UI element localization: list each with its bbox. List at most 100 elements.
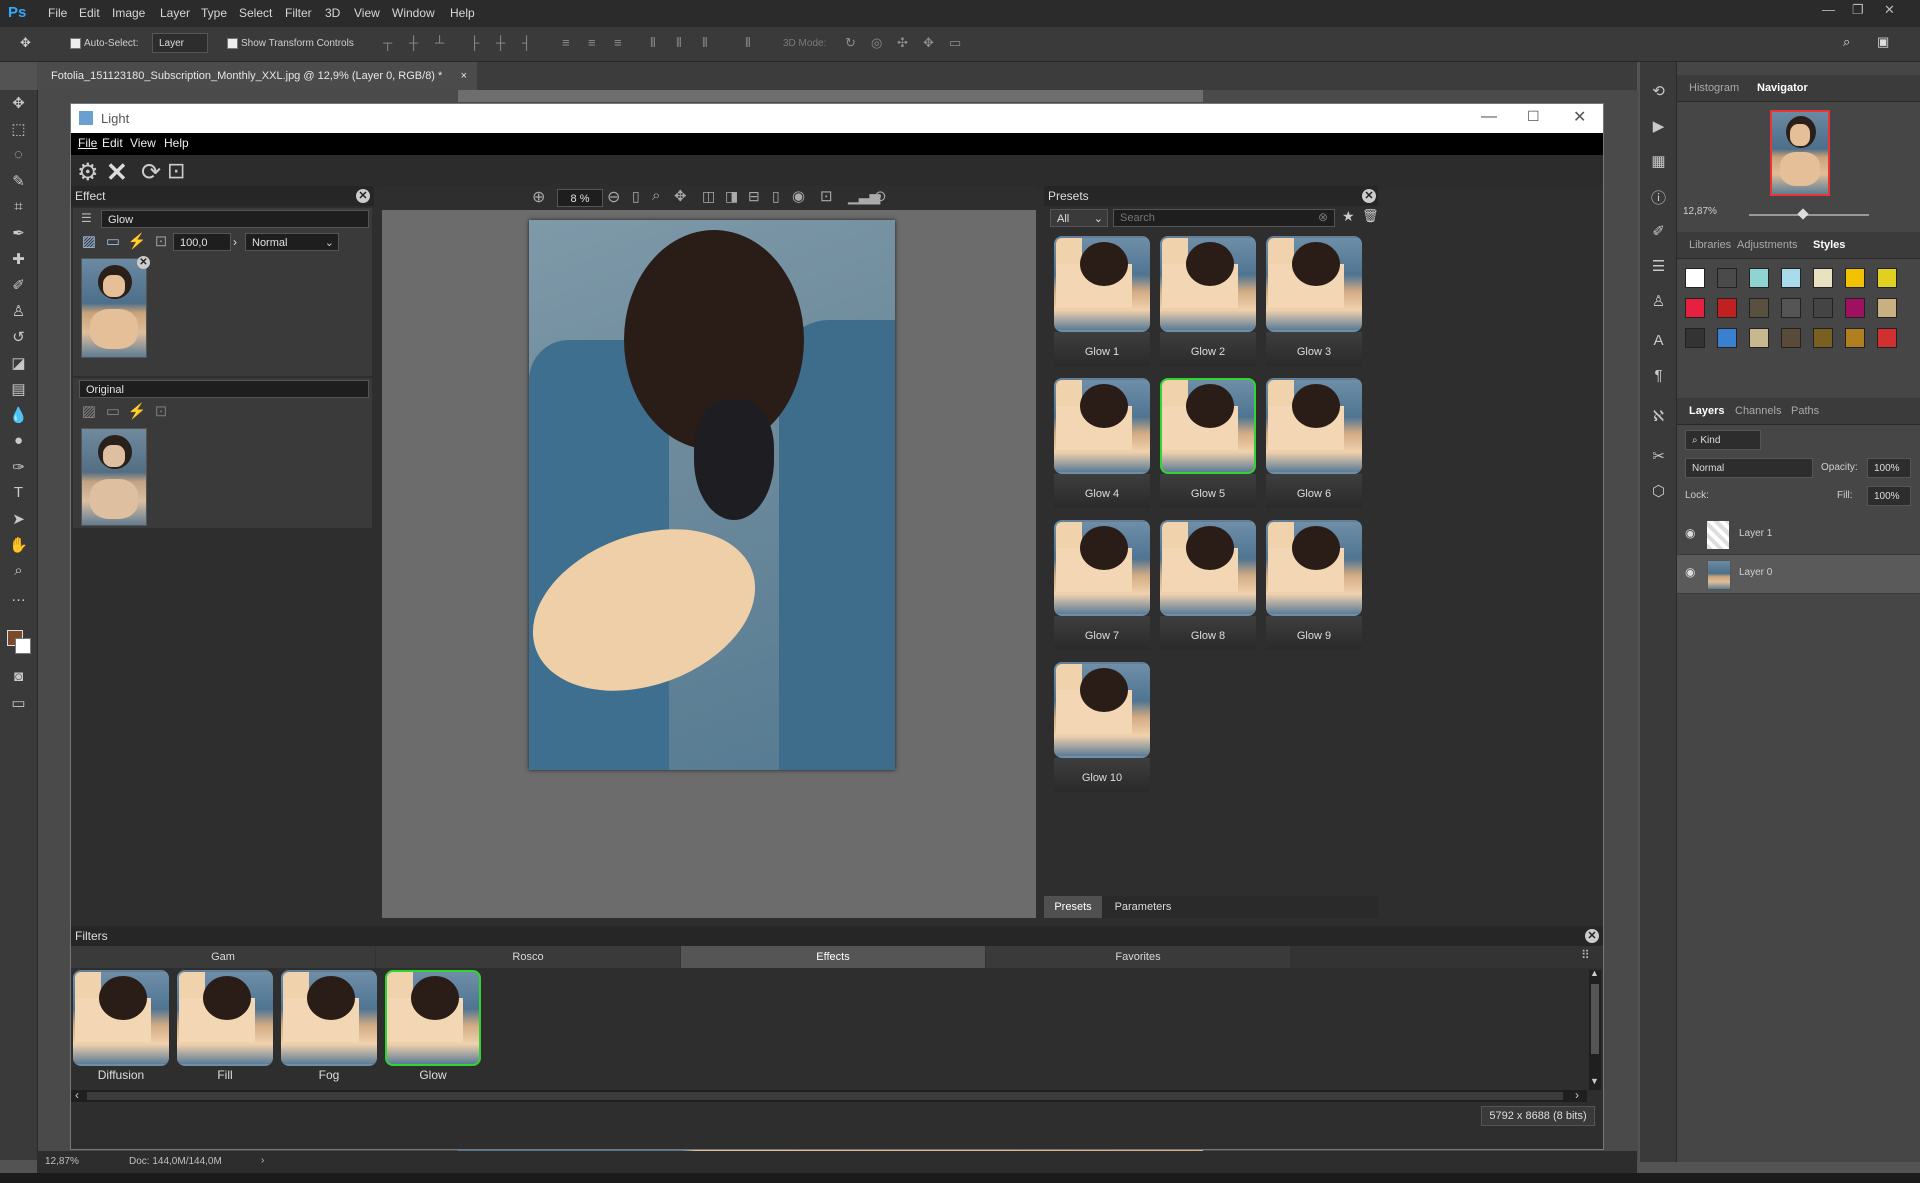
- tab-adjustments[interactable]: Adjustments: [1737, 239, 1798, 251]
- presets-panel-close[interactable]: ✕: [1362, 189, 1376, 203]
- style-swatch[interactable]: [1781, 328, 1801, 348]
- menu-image[interactable]: Image: [112, 6, 145, 20]
- history-panel-icon[interactable]: ⟲: [1640, 82, 1677, 100]
- navigator-thumbnail[interactable]: [1770, 110, 1830, 196]
- style-swatch[interactable]: [1685, 328, 1705, 348]
- tab-presets[interactable]: Presets: [1044, 896, 1102, 918]
- paragraph-panel-icon[interactable]: ¶: [1640, 367, 1677, 384]
- zoom-tool-icon[interactable]: ⌕: [0, 562, 37, 579]
- light-minimize-icon[interactable]: —: [1481, 108, 1497, 126]
- light-close-icon[interactable]: ✕: [1573, 107, 1586, 127]
- light-menu-help[interactable]: Help: [164, 136, 189, 150]
- adjust-panel-icon[interactable]: ☰: [1640, 257, 1677, 275]
- tab-layers[interactable]: Layers: [1689, 405, 1724, 417]
- effect-menu-icon[interactable]: ☰: [81, 211, 92, 225]
- tab-navigator[interactable]: Navigator: [1757, 82, 1808, 94]
- style-swatch[interactable]: [1717, 298, 1737, 318]
- filter-item[interactable]: Diffusion: [73, 970, 169, 1088]
- grid-view-icon[interactable]: ⠿: [1581, 948, 1590, 962]
- fullscreen-icon[interactable]: ⊡: [820, 187, 833, 205]
- brush-panel-icon[interactable]: ✐: [1640, 222, 1677, 240]
- light-menu-file[interactable]: File: [78, 136, 97, 150]
- navigator-zoom[interactable]: 12,87%: [1683, 206, 1717, 217]
- lasso-tool-icon[interactable]: ◌: [0, 146, 37, 163]
- align-right-icon[interactable]: ┤: [522, 35, 531, 50]
- filters-vertical-scrollbar[interactable]: ▲ ▼: [1589, 968, 1601, 1090]
- tab-histogram[interactable]: Histogram: [1689, 82, 1739, 94]
- menu-layer[interactable]: Layer: [160, 6, 190, 20]
- frame-icon[interactable]: ⊡: [151, 232, 171, 252]
- stamp-tool-icon[interactable]: ♙: [0, 302, 37, 320]
- glyphs-panel-icon[interactable]: ℵ: [1640, 407, 1677, 425]
- zoom-out-icon[interactable]: ⊖: [607, 187, 620, 207]
- tab-gam[interactable]: Gam: [71, 946, 375, 968]
- monitor-icon[interactable]: ▭: [103, 232, 123, 252]
- tab-libraries[interactable]: Libraries: [1689, 239, 1731, 251]
- brush-tool-icon[interactable]: ✐: [0, 276, 37, 294]
- snapshot-icon[interactable]: ◉: [792, 187, 805, 205]
- style-swatch[interactable]: [1749, 328, 1769, 348]
- effect-amount-field[interactable]: 100,0: [173, 233, 231, 251]
- eyedropper-tool-icon[interactable]: ✒: [0, 224, 37, 242]
- transform-controls-checkbox[interactable]: [227, 38, 238, 49]
- document-tab[interactable]: Fotolia_151123180_Subscription_Monthly_X…: [37, 62, 477, 90]
- background-color-swatch[interactable]: [15, 638, 31, 654]
- move-tool-icon[interactable]: ✥: [0, 94, 37, 112]
- single-view-icon[interactable]: ▯: [772, 188, 780, 205]
- split-horizontal-icon[interactable]: ⊟: [748, 188, 760, 205]
- eye-icon[interactable]: ◉: [1685, 565, 1695, 579]
- menu-filter[interactable]: Filter: [285, 6, 312, 20]
- split-vertical-icon[interactable]: ◫: [702, 188, 715, 205]
- hand-tool-icon[interactable]: ✋: [0, 536, 37, 554]
- style-swatch[interactable]: [1749, 268, 1769, 288]
- search-icon[interactable]: ⌕: [1843, 34, 1850, 50]
- scroll-up-icon[interactable]: ▲: [1590, 968, 1599, 978]
- lightning-icon[interactable]: ⚡: [127, 232, 147, 252]
- auto-select-checkbox[interactable]: [70, 38, 81, 49]
- clone-source-icon[interactable]: ♙: [1640, 292, 1677, 310]
- effect-panel-close[interactable]: ✕: [356, 189, 370, 203]
- scroll-thumb[interactable]: [87, 1092, 1563, 1100]
- presets-filter-dropdown[interactable]: All ⌄: [1050, 209, 1108, 227]
- filters-horizontal-scrollbar[interactable]: ‹ ›: [71, 1088, 1587, 1102]
- style-swatch[interactable]: [1781, 298, 1801, 318]
- align-vcenter-icon[interactable]: ┼: [409, 35, 418, 50]
- eraser-tool-icon[interactable]: ◪: [0, 354, 37, 372]
- auto-align-icon[interactable]: ⦀: [745, 35, 751, 51]
- style-swatch[interactable]: [1877, 268, 1897, 288]
- layer-row-0[interactable]: ◉ Layer 0: [1677, 555, 1920, 594]
- menu-3d[interactable]: 3D: [325, 6, 340, 20]
- workspace-icon[interactable]: ▣: [1877, 34, 1889, 50]
- move-tool-icon[interactable]: ✥: [20, 35, 31, 51]
- style-swatch[interactable]: [1877, 298, 1897, 318]
- marquee-tool-icon[interactable]: ⬚: [0, 120, 37, 138]
- auto-select-dropdown[interactable]: Layer: [152, 33, 208, 53]
- info-panel-icon[interactable]: ⓘ: [1640, 187, 1677, 208]
- effect-blend-dropdown[interactable]: Normal ⌄: [245, 233, 339, 251]
- navigator-zoom-slider[interactable]: [1749, 214, 1869, 216]
- filter-item[interactable]: Fill: [177, 970, 273, 1088]
- filter-item[interactable]: Fog: [281, 970, 377, 1088]
- distribute-left-icon[interactable]: ⦀: [650, 35, 656, 51]
- settings-gear-icon[interactable]: ⚙: [77, 158, 99, 187]
- preset-item[interactable]: Glow 4: [1054, 378, 1150, 511]
- menu-view[interactable]: View: [354, 6, 380, 20]
- distribute-top-icon[interactable]: ≡: [562, 35, 570, 50]
- loupe-icon[interactable]: ⊙: [874, 187, 887, 205]
- 3d-roll-icon[interactable]: ◎: [871, 35, 882, 51]
- presets-search-input[interactable]: [1113, 209, 1335, 227]
- type-tool-icon[interactable]: T: [0, 484, 37, 501]
- opacity-field[interactable]: 100%: [1867, 458, 1911, 478]
- layer-blend-mode[interactable]: Normal: [1685, 458, 1813, 478]
- favorite-star-icon[interactable]: ★: [1342, 208, 1355, 225]
- light-maximize-icon[interactable]: ☐: [1527, 108, 1540, 125]
- pan-icon[interactable]: ✥: [674, 187, 687, 205]
- preset-item[interactable]: Glow 7: [1054, 520, 1150, 653]
- zoom-level-field[interactable]: 8 %: [557, 189, 603, 207]
- style-swatch[interactable]: [1845, 328, 1865, 348]
- actions-panel-icon[interactable]: ▶: [1640, 117, 1677, 135]
- tab-paths[interactable]: Paths: [1791, 405, 1819, 417]
- scroll-left-icon[interactable]: ‹: [75, 1088, 79, 1102]
- style-swatch[interactable]: [1813, 298, 1833, 318]
- align-bottom-icon[interactable]: ┴: [435, 35, 444, 50]
